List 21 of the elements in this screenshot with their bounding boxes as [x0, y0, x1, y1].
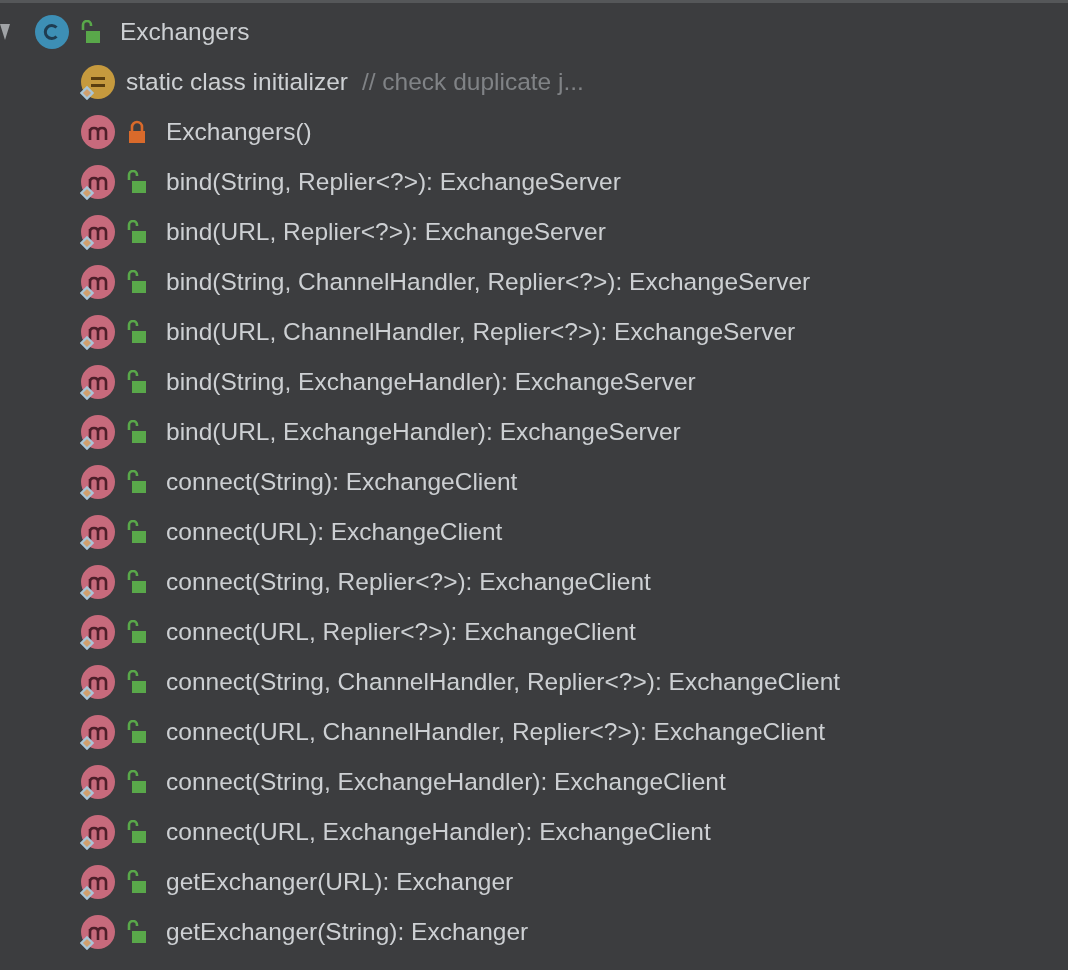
member-name[interactable]: bind(URL, ExchangeHandler): ExchangeServer: [166, 418, 681, 446]
member-name[interactable]: getExchanger(String): Exchanger: [166, 918, 529, 946]
expand-triangle-icon[interactable]: [0, 24, 10, 40]
class-name[interactable]: Exchangers: [120, 18, 250, 46]
member-name[interactable]: getExchanger(URL): Exchanger: [166, 868, 514, 896]
code-comment: // check duplicate j...: [361, 68, 584, 96]
member-name[interactable]: connect(String, ExchangeHandler): ExchangeClient: [166, 768, 726, 796]
member-name[interactable]: bind(String, ExchangeHandler): ExchangeServer: [166, 368, 696, 396]
member-name[interactable]: Exchangers(): [166, 118, 312, 146]
member-name[interactable]: connect(String, Replier<?>): ExchangeClient: [166, 568, 651, 596]
member-name[interactable]: static class initializer: [126, 68, 348, 96]
member-name[interactable]: connect(URL): ExchangeClient: [166, 518, 503, 546]
member-name[interactable]: connect(URL, Replier<?>): ExchangeClient: [166, 618, 636, 646]
member-name[interactable]: connect(String): ExchangeClient: [166, 468, 518, 496]
member-name[interactable]: bind(URL, Replier<?>): ExchangeServer: [166, 218, 606, 246]
member-name[interactable]: connect(URL, ChannelHandler, Replier<?>): ExchangeClient: [166, 718, 826, 746]
member-name[interactable]: bind(String, ChannelHandler, Replier<?>): ExchangeServer: [166, 268, 811, 296]
member-name[interactable]: bind(URL, ChannelHandler, Replier<?>): ExchangeServer: [166, 318, 796, 346]
member-name[interactable]: connect(URL, ExchangeHandler): ExchangeClient: [166, 818, 711, 846]
member-name[interactable]: connect(String, ChannelHandler, Replier<?>): ExchangeClient: [166, 668, 841, 696]
member-name[interactable]: bind(String, Replier<?>): ExchangeServer: [166, 168, 621, 196]
